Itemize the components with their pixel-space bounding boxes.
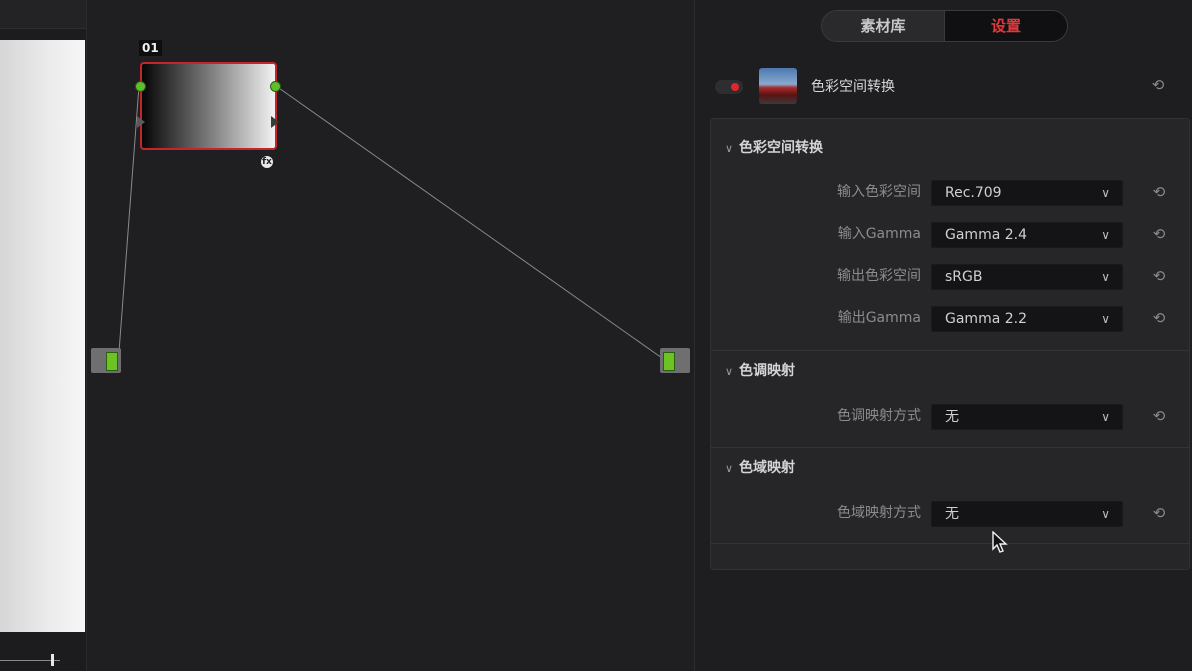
setting-row-input-color-space: 输入色彩空间 Rec.709 ∨ ⟲: [711, 180, 1189, 206]
section-color-space-transform: ∨ 色彩空间转换 输入色彩空间 Rec.709 ∨ ⟲ 输入Gamma Gamma…: [711, 119, 1189, 349]
inspector-panel: 素材库 设置 色彩空间转换 ⟲ ∨ 色彩空间转换 输入色彩空间 Rec.709 ∨…: [695, 0, 1192, 671]
node-output-arrow-icon: [271, 116, 279, 128]
dropdown-value: Gamma 2.4: [945, 227, 1027, 243]
output-port-icon: [663, 352, 675, 371]
node-input-port[interactable]: [135, 81, 146, 92]
chevron-down-icon: ∨: [1101, 270, 1110, 284]
toggle-indicator-icon: [731, 83, 739, 91]
section-title: 色域映射: [739, 460, 795, 476]
setting-label: 色域映射方式: [837, 505, 921, 521]
reset-icon[interactable]: ⟲: [1151, 184, 1167, 200]
output-gamma-dropdown[interactable]: Gamma 2.2 ∨: [931, 306, 1123, 332]
setting-row-output-gamma: 输出Gamma Gamma 2.2 ∨ ⟲: [711, 306, 1189, 332]
input-gamma-dropdown[interactable]: Gamma 2.4 ∨: [931, 222, 1123, 248]
panel-footer: [711, 543, 1189, 569]
dropdown-value: 无: [945, 409, 959, 425]
effect-title: 色彩空间转换: [811, 79, 895, 95]
fx-badge-icon: fx: [261, 156, 273, 168]
setting-row-input-gamma: 输入Gamma Gamma 2.4 ∨ ⟲: [711, 222, 1189, 248]
setting-row-gamut-mapping-method: 色域映射方式 无 ∨ ⟲: [711, 501, 1189, 527]
setting-label: 输入Gamma: [837, 226, 921, 242]
node-number-label: 01: [139, 40, 162, 56]
section-tone-mapping: ∨ 色调映射 色调映射方式 无 ∨ ⟲: [711, 350, 1189, 447]
gamut-mapping-dropdown[interactable]: 无 ∨: [931, 501, 1123, 527]
viewer-toolbar: [0, 0, 86, 29]
section-header[interactable]: ∨ 色域映射: [725, 458, 795, 478]
mouse-pointer-icon: [992, 531, 1008, 553]
node-input-arrow-icon: [137, 116, 145, 128]
reset-icon[interactable]: ⟲: [1151, 310, 1167, 326]
source-input-node[interactable]: [91, 348, 121, 373]
tab-media-library[interactable]: 素材库: [822, 11, 945, 41]
inspector-tabs: 素材库 设置: [821, 10, 1068, 42]
chevron-down-icon: ∨: [725, 462, 734, 475]
effect-settings-panel: ∨ 色彩空间转换 输入色彩空间 Rec.709 ∨ ⟲ 输入Gamma Gamma…: [710, 118, 1190, 570]
setting-row-output-color-space: 输出色彩空间 sRGB ∨ ⟲: [711, 264, 1189, 290]
output-color-space-dropdown[interactable]: sRGB ∨: [931, 264, 1123, 290]
reset-icon[interactable]: ⟲: [1151, 408, 1167, 424]
section-header[interactable]: ∨ 色调映射: [725, 361, 795, 381]
section-header[interactable]: ∨ 色彩空间转换: [725, 138, 823, 158]
setting-label: 输入色彩空间: [837, 184, 921, 200]
chevron-down-icon: ∨: [1101, 228, 1110, 242]
chevron-down-icon: ∨: [1101, 312, 1110, 326]
chevron-down-icon: ∨: [1101, 186, 1110, 200]
viewer-scrub-handle[interactable]: [51, 654, 54, 666]
node-output-port[interactable]: [270, 81, 281, 92]
section-gamut-mapping: ∨ 色域映射 色域映射方式 无 ∨ ⟲: [711, 447, 1189, 544]
chevron-down-icon: ∨: [725, 365, 734, 378]
source-port-icon: [106, 352, 118, 371]
input-color-space-dropdown[interactable]: Rec.709 ∨: [931, 180, 1123, 206]
viewer-image: [0, 40, 85, 632]
viewer-panel: [0, 0, 86, 671]
setting-label: 输出色彩空间: [837, 268, 921, 284]
setting-label: 输出Gamma: [837, 310, 921, 326]
dropdown-value: Rec.709: [945, 185, 1002, 201]
reset-icon[interactable]: ⟲: [1151, 505, 1167, 521]
section-title: 色调映射: [739, 363, 795, 379]
setting-row-tone-mapping-method: 色调映射方式 无 ∨ ⟲: [711, 404, 1189, 430]
dropdown-value: sRGB: [945, 269, 983, 285]
tone-mapping-dropdown[interactable]: 无 ∨: [931, 404, 1123, 430]
effect-thumbnail: [759, 68, 797, 104]
setting-label: 色调映射方式: [837, 408, 921, 424]
dropdown-value: 无: [945, 506, 959, 522]
chevron-down-icon: ∨: [1101, 507, 1110, 521]
color-node-01[interactable]: [140, 62, 277, 150]
reset-icon[interactable]: ⟲: [1151, 268, 1167, 284]
dropdown-value: Gamma 2.2: [945, 311, 1027, 327]
output-node[interactable]: [660, 348, 690, 373]
effect-enable-toggle[interactable]: [715, 80, 743, 94]
chevron-down-icon: ∨: [1101, 410, 1110, 424]
tab-settings[interactable]: 设置: [945, 11, 1067, 41]
effect-header: 色彩空间转换 ⟲: [695, 64, 1192, 110]
section-title: 色彩空间转换: [739, 140, 823, 156]
chevron-down-icon: ∨: [725, 142, 734, 155]
reset-icon[interactable]: ⟲: [1151, 226, 1167, 242]
reset-icon[interactable]: ⟲: [1150, 77, 1166, 93]
